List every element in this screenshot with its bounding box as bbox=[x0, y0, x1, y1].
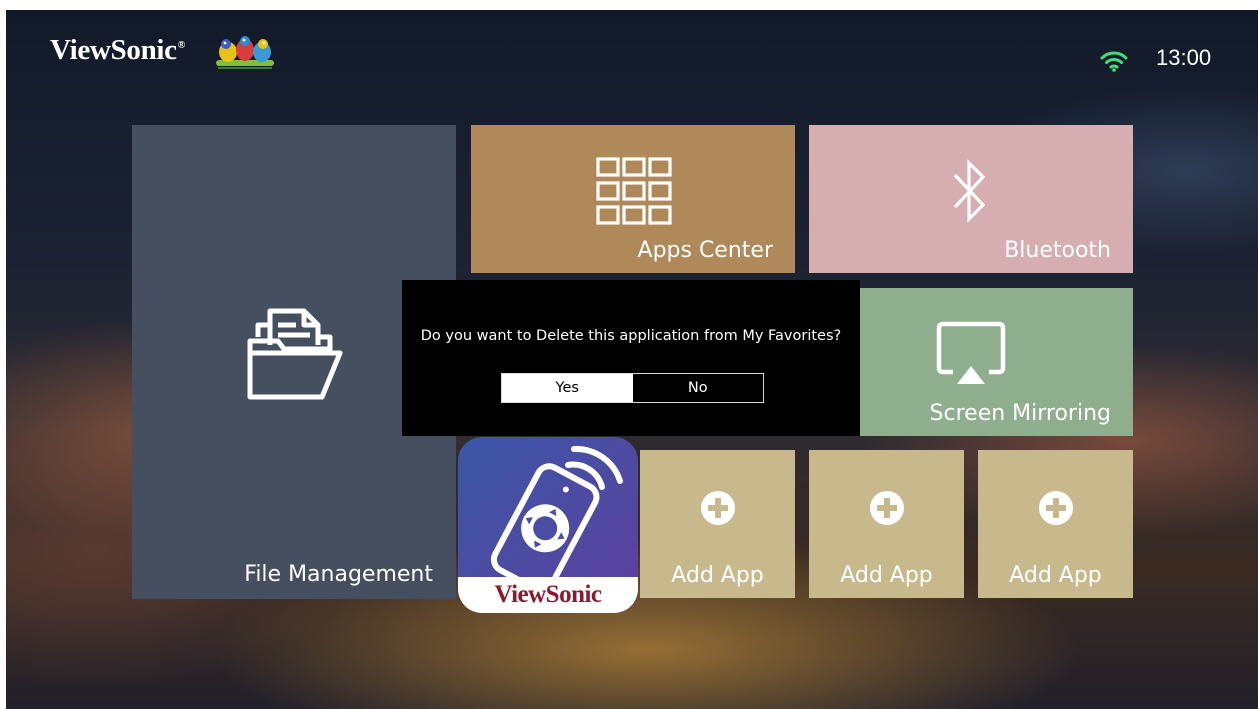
remote-control-icon bbox=[490, 445, 623, 583]
plus-circle-icon bbox=[870, 491, 904, 525]
wifi-icon bbox=[1100, 51, 1128, 72]
delete-favorite-dialog: Do you want to Delete this application f… bbox=[402, 280, 860, 436]
tile-apps-center-label: Apps Center bbox=[637, 238, 773, 263]
tile-add-app-label: Add App bbox=[671, 563, 764, 588]
clock: 13:00 bbox=[1156, 45, 1212, 70]
brand-mark: ® bbox=[177, 40, 185, 52]
plus-circle-icon bbox=[701, 491, 735, 525]
app-viewsonic-remote[interactable]: ViewSonic bbox=[458, 437, 638, 613]
tile-add-app-label: Add App bbox=[840, 563, 933, 588]
yes-button[interactable]: Yes bbox=[502, 374, 633, 402]
folder-document-icon bbox=[247, 308, 343, 400]
tile-bluetooth[interactable]: Bluetooth bbox=[809, 125, 1133, 273]
app-grid-icon bbox=[596, 157, 672, 225]
brand-name: ViewSonic bbox=[50, 34, 177, 66]
screen-mirroring-icon bbox=[936, 321, 1006, 384]
viewsonic-logo: ViewSonic® bbox=[50, 34, 185, 67]
dialog-message: Do you want to Delete this application f… bbox=[420, 328, 842, 344]
no-button[interactable]: No bbox=[632, 374, 763, 402]
tile-bluetooth-label: Bluetooth bbox=[1004, 238, 1111, 263]
tile-add-app[interactable]: Add App bbox=[978, 450, 1133, 598]
app-viewsonic-label: ViewSonic bbox=[494, 581, 602, 608]
dialog-button-group: Yes No bbox=[501, 373, 764, 403]
tile-apps-center[interactable]: Apps Center bbox=[471, 125, 795, 273]
tile-add-app[interactable]: Add App bbox=[809, 450, 964, 598]
plus-circle-icon bbox=[1039, 491, 1073, 525]
bluetooth-icon bbox=[953, 159, 986, 223]
tile-add-app[interactable]: Add App bbox=[640, 450, 795, 598]
tile-add-app-label: Add App bbox=[1009, 563, 1102, 588]
home-screen: ViewSonic® 13:00 File Management Apps Ce… bbox=[6, 10, 1258, 709]
tile-screen-mirroring-label: Screen Mirroring bbox=[929, 401, 1111, 426]
tile-file-management-label: File Management bbox=[244, 562, 433, 587]
birds-logo-icon bbox=[216, 36, 274, 69]
